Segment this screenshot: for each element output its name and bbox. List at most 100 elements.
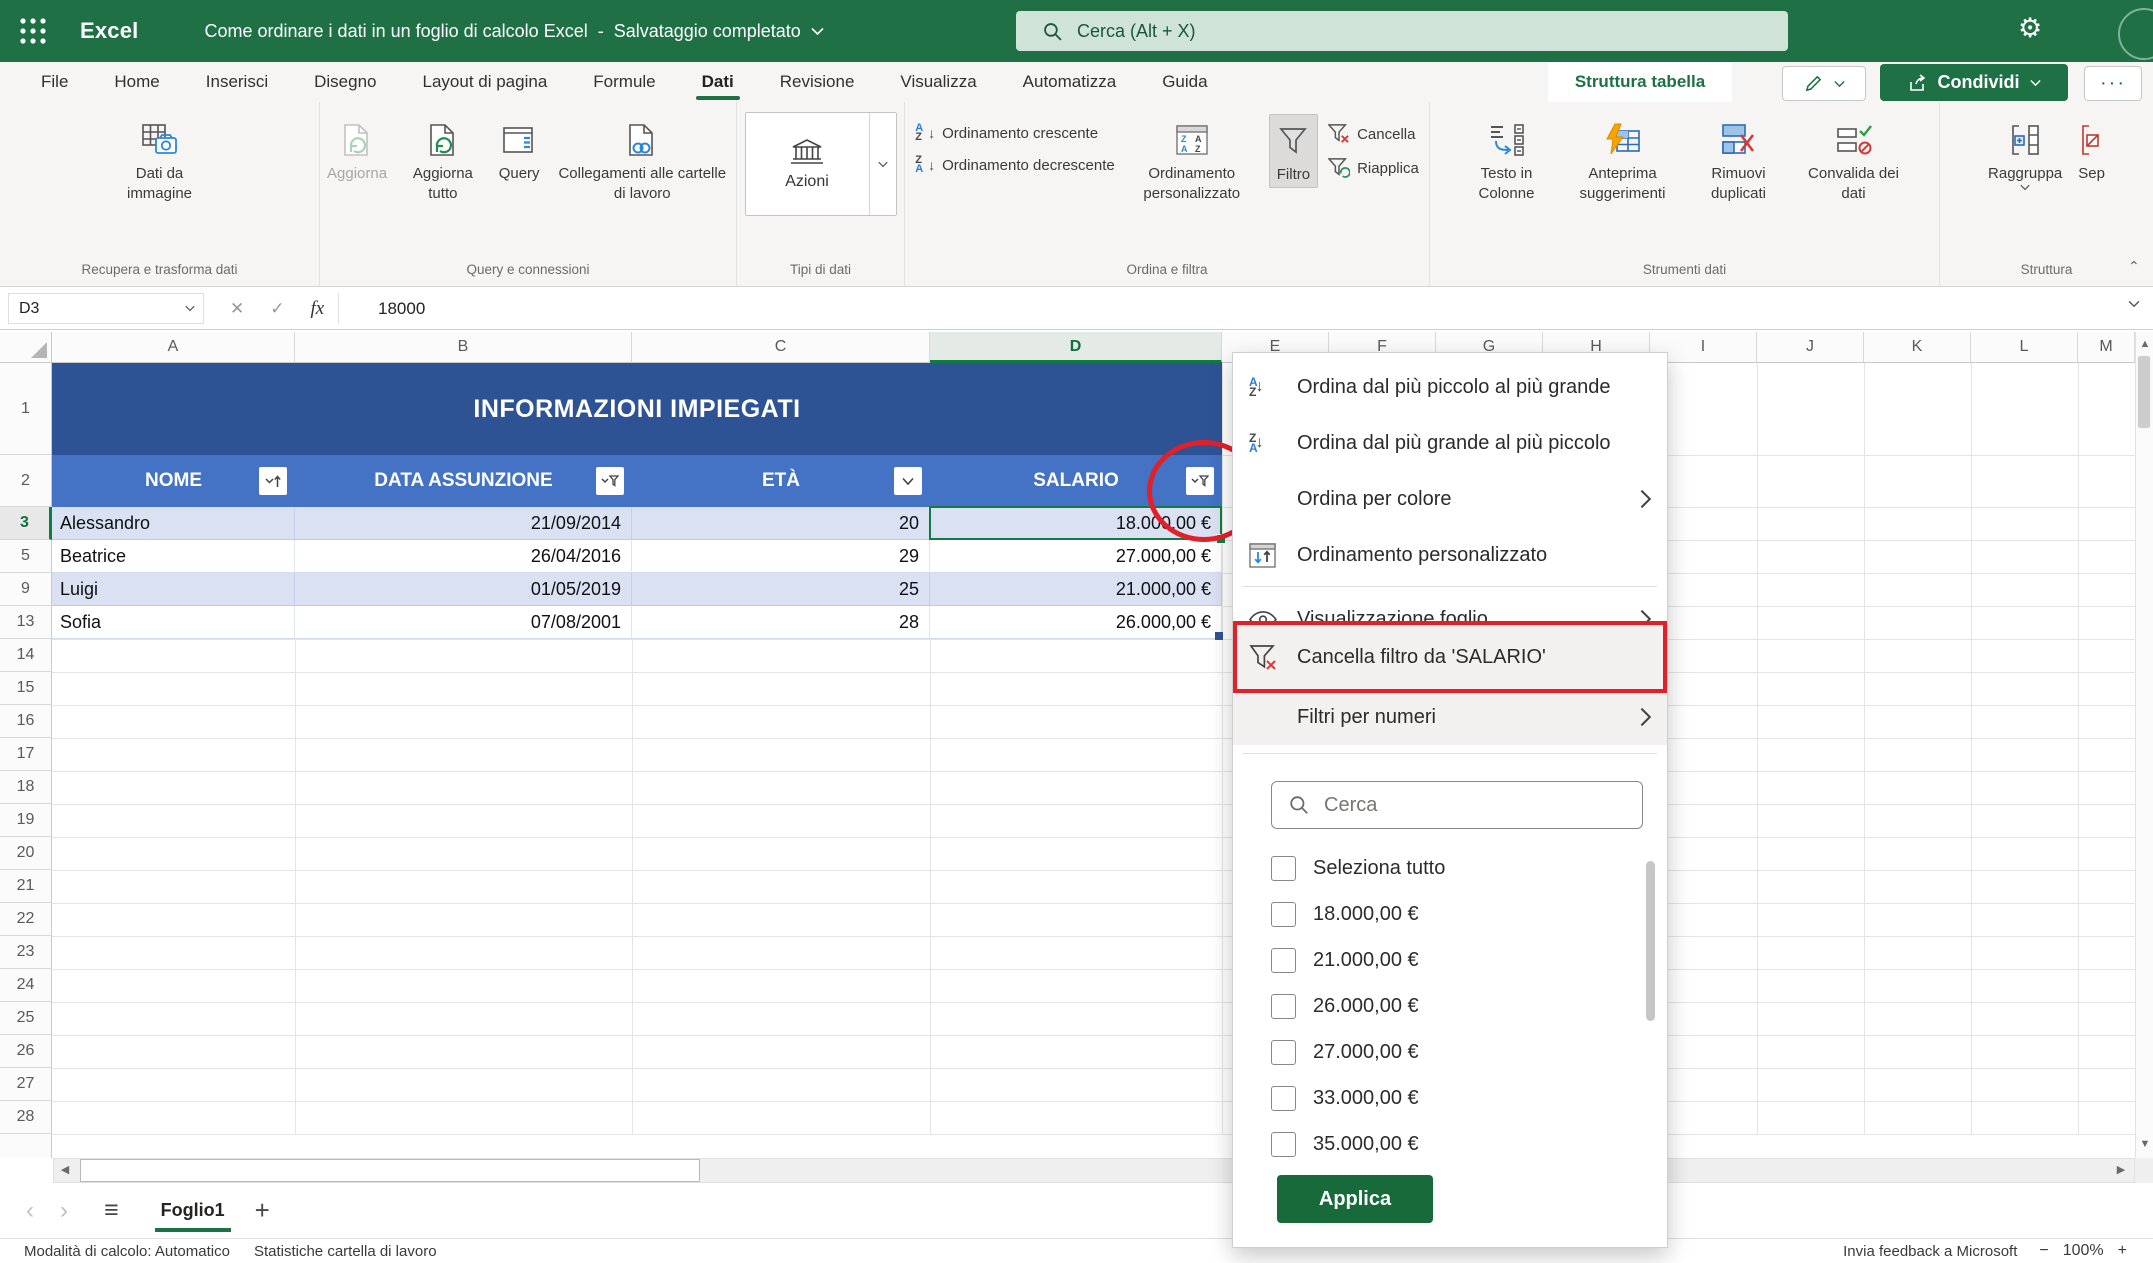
cell-eta[interactable]: 28 bbox=[632, 606, 930, 639]
filter-checkbox-item[interactable]: 27.000,00 € bbox=[1233, 1029, 1667, 1075]
expand-formula-bar-icon[interactable] bbox=[2128, 300, 2140, 308]
editing-mode-button[interactable] bbox=[1782, 66, 1866, 101]
column-header-A[interactable]: A bbox=[52, 332, 295, 363]
vertical-scrollbar-thumb[interactable] bbox=[2138, 356, 2150, 428]
column-header-M[interactable]: M bbox=[2078, 332, 2135, 363]
cell-nome[interactable]: Sofia bbox=[52, 606, 295, 639]
filter-button-eta[interactable] bbox=[894, 467, 922, 495]
ordinamento-decrescente-button[interactable]: ZA↓ Ordinamento decrescente bbox=[915, 156, 1115, 174]
filter-button-nome[interactable] bbox=[259, 467, 287, 495]
raggruppa-button[interactable]: Raggruppa bbox=[1981, 114, 2069, 193]
status-item[interactable]: Statistiche cartella di lavoro bbox=[254, 1243, 437, 1260]
filter-button-data-assunzione[interactable] bbox=[596, 467, 624, 495]
tab-automatizza[interactable]: Automatizza bbox=[1000, 62, 1140, 102]
checkbox-unchecked-icon[interactable] bbox=[1271, 1086, 1296, 1111]
cell-nome[interactable]: Luigi bbox=[52, 573, 295, 606]
menu-item-custom-sort[interactable]: Ordinamento personalizzato bbox=[1233, 527, 1667, 583]
tab-revisione[interactable]: Revisione bbox=[757, 62, 878, 102]
scroll-right-icon[interactable]: ▶ bbox=[2112, 1163, 2130, 1176]
filtro-button[interactable]: Filtro bbox=[1269, 114, 1318, 188]
row-header-14[interactable]: 14 bbox=[0, 639, 52, 672]
cell-data[interactable]: 21/09/2014 bbox=[295, 507, 632, 540]
row-header-18[interactable]: 18 bbox=[0, 771, 52, 804]
status-item[interactable]: Modalità di calcolo: Automatico bbox=[24, 1243, 230, 1260]
cancel-entry-icon[interactable]: ✕ bbox=[230, 299, 244, 319]
menu-item-sort-smallest[interactable]: AZ↓ Ordina dal più piccolo al più grande bbox=[1233, 359, 1667, 415]
cell-nome[interactable]: Alessandro bbox=[52, 507, 295, 540]
menu-item-sort-by-color[interactable]: Ordina per colore bbox=[1233, 471, 1667, 527]
menu-item-sort-largest[interactable]: ZA↓ Ordina dal più grande al più piccolo bbox=[1233, 415, 1667, 471]
collapse-ribbon-icon[interactable]: ⌃ bbox=[2128, 258, 2140, 275]
vertical-scrollbar[interactable]: ▲ ▼ bbox=[2135, 332, 2153, 1160]
filter-checkbox-item[interactable]: 21.000,00 € bbox=[1233, 937, 1667, 983]
checkbox-unchecked-icon[interactable] bbox=[1271, 948, 1296, 973]
checkbox-unchecked-icon[interactable] bbox=[1271, 994, 1296, 1019]
document-title[interactable]: Come ordinare i dati in un foglio di cal… bbox=[205, 21, 824, 42]
row-header-16[interactable]: 16 bbox=[0, 705, 52, 738]
zoom-out-icon[interactable]: − bbox=[2039, 1242, 2048, 1260]
chevron-down-icon[interactable] bbox=[185, 305, 195, 312]
row-header-20[interactable]: 20 bbox=[0, 837, 52, 870]
row-header-25[interactable]: 25 bbox=[0, 1002, 52, 1035]
row-header-27[interactable]: 27 bbox=[0, 1068, 52, 1101]
row-header-24[interactable]: 24 bbox=[0, 969, 52, 1002]
account-avatar[interactable] bbox=[2118, 8, 2153, 60]
row-header-22[interactable]: 22 bbox=[0, 903, 52, 936]
chevron-down-icon[interactable] bbox=[869, 113, 896, 215]
rimuovi-duplicati-button[interactable]: Rimuovi duplicati bbox=[1687, 114, 1791, 206]
checkbox-unchecked-icon[interactable] bbox=[1271, 1132, 1296, 1157]
checkbox-unchecked-icon[interactable] bbox=[1271, 902, 1296, 927]
filter-checkbox-item[interactable]: Seleziona tutto bbox=[1233, 845, 1667, 891]
column-header-L[interactable]: L bbox=[1971, 332, 2078, 363]
horizontal-scrollbar-thumb[interactable] bbox=[80, 1159, 700, 1182]
cell-salario[interactable]: 21.000,00 € bbox=[930, 573, 1222, 606]
list-scrollbar-thumb[interactable] bbox=[1646, 861, 1655, 1021]
row-header-2[interactable]: 2 bbox=[0, 455, 52, 507]
filter-checkbox-item[interactable]: 33.000,00 € bbox=[1233, 1075, 1667, 1121]
formula-input[interactable]: 18000 bbox=[378, 293, 425, 324]
sheet-list-icon[interactable]: ≡ bbox=[104, 1196, 119, 1225]
column-header-C[interactable]: C bbox=[632, 332, 930, 363]
filter-checkbox-item[interactable]: 18.000,00 € bbox=[1233, 891, 1667, 937]
dati-da-immagine-button[interactable]: Dati da immagine bbox=[98, 114, 222, 206]
convalida-dati-button[interactable]: Convalida dei dati bbox=[1793, 114, 1915, 206]
query-button[interactable]: Query bbox=[492, 114, 547, 186]
sheet-tab-foglio1[interactable]: Foglio1 bbox=[153, 1183, 233, 1238]
settings-gear-icon[interactable]: ⚙ bbox=[2018, 13, 2042, 44]
cell-data[interactable]: 26/04/2016 bbox=[295, 540, 632, 573]
tab-dati[interactable]: Dati bbox=[679, 62, 757, 102]
cell-salario[interactable]: 27.000,00 € bbox=[930, 540, 1222, 573]
ordinamento-crescente-button[interactable]: AZ↓ Ordinamento crescente bbox=[915, 124, 1115, 142]
cancella-button[interactable]: Cancella bbox=[1328, 124, 1419, 144]
column-header-B[interactable]: B bbox=[295, 332, 632, 363]
filter-search-input[interactable]: Cerca bbox=[1271, 781, 1643, 829]
tab-home[interactable]: Home bbox=[91, 62, 182, 102]
tab-guida[interactable]: Guida bbox=[1139, 62, 1230, 102]
scroll-up-icon[interactable]: ▲ bbox=[2136, 338, 2153, 350]
row-header-28[interactable]: 28 bbox=[0, 1101, 52, 1134]
next-sheet-icon[interactable]: › bbox=[60, 1197, 68, 1225]
riapplica-button[interactable]: Riapplica bbox=[1328, 158, 1419, 178]
cell-data[interactable]: 01/05/2019 bbox=[295, 573, 632, 606]
scroll-left-icon[interactable]: ◀ bbox=[56, 1163, 74, 1176]
row-header-5[interactable]: 5 bbox=[0, 540, 52, 573]
apply-button[interactable]: Applica bbox=[1277, 1175, 1433, 1223]
header-cell-data-assunzione[interactable]: DATA ASSUNZIONE bbox=[295, 455, 632, 507]
name-box[interactable]: D3 bbox=[8, 293, 204, 324]
zoom-in-icon[interactable]: + bbox=[2118, 1242, 2127, 1260]
confirm-entry-icon[interactable]: ✓ bbox=[270, 299, 284, 319]
column-header-J[interactable]: J bbox=[1757, 332, 1864, 363]
prev-sheet-icon[interactable]: ‹ bbox=[26, 1197, 34, 1225]
cell-eta[interactable]: 25 bbox=[632, 573, 930, 606]
separa-button[interactable]: Sep bbox=[2071, 114, 2112, 186]
add-sheet-icon[interactable]: + bbox=[255, 1195, 270, 1226]
filter-checkbox-item[interactable]: 35.000,00 € bbox=[1233, 1121, 1667, 1167]
more-commands-button[interactable]: ··· bbox=[2084, 66, 2142, 101]
row-header-19[interactable]: 19 bbox=[0, 804, 52, 837]
column-header-K[interactable]: K bbox=[1864, 332, 1971, 363]
search-input[interactable]: Cerca (Alt + X) bbox=[1016, 11, 1788, 51]
table-title-cell[interactable]: INFORMAZIONI IMPIEGATI bbox=[52, 363, 1222, 455]
row-header-21[interactable]: 21 bbox=[0, 870, 52, 903]
row-header-26[interactable]: 26 bbox=[0, 1035, 52, 1068]
app-launcher-icon[interactable] bbox=[16, 14, 50, 48]
